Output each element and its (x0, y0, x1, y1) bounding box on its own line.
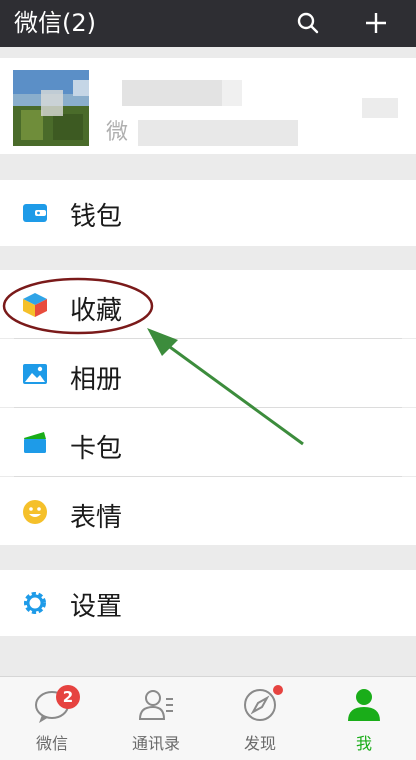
app-title: 微信(2) (14, 9, 96, 37)
profile-card[interactable]: 微 (0, 58, 416, 154)
tab-chats[interactable]: 2 微信 (0, 677, 104, 760)
wechat-id-prefix: 微 (106, 120, 129, 145)
tab-contacts[interactable]: 通讯录 (104, 677, 208, 760)
name-redacted (122, 80, 222, 106)
wallet-icon (23, 204, 47, 222)
menu-item-settings[interactable]: 设置 (0, 570, 416, 636)
tab-label-me: 我 (355, 734, 372, 753)
smiley-icon (23, 500, 47, 524)
tab-label-discover: 发现 (243, 734, 276, 753)
unread-badge: 2 (56, 685, 80, 709)
menu-item-album[interactable]: 相册 (0, 339, 416, 407)
menu-item-favorites[interactable]: 收藏 (0, 270, 416, 338)
tab-discover[interactable]: 发现 (208, 677, 312, 760)
menu-label-wallet: 钱包 (70, 202, 123, 232)
person-icon (348, 689, 380, 721)
menu-label-album: 相册 (70, 365, 123, 395)
search-icon (297, 12, 319, 34)
search-button[interactable] (290, 5, 326, 41)
top-bar: 微信(2) (0, 0, 416, 47)
tab-me[interactable]: 我 (312, 677, 416, 760)
menu-label-settings: 设置 (70, 592, 123, 622)
menu-label-favorites: 收藏 (70, 296, 123, 326)
tab-label-chats: 微信 (35, 734, 68, 753)
menu-label-cards: 卡包 (70, 434, 123, 464)
tab-label-contacts: 通讯录 (131, 734, 180, 753)
menu-item-stickers[interactable]: 表情 (0, 477, 416, 545)
menu-label-stickers: 表情 (70, 503, 123, 533)
gear-icon (24, 592, 46, 614)
cube-icon (23, 293, 47, 317)
card-icon (24, 432, 46, 453)
avatar[interactable] (13, 70, 89, 146)
plus-icon (366, 13, 386, 33)
menu-item-wallet[interactable]: 钱包 (0, 180, 416, 246)
discover-notification-dot (273, 685, 283, 695)
bottom-tab-bar: 2 微信 通讯录 发现 我 (0, 676, 416, 760)
menu-item-cards[interactable]: 卡包 (0, 408, 416, 476)
photo-icon (23, 364, 47, 384)
wechat-id-redacted (138, 120, 298, 146)
contacts-icon (138, 690, 173, 720)
add-button[interactable] (358, 5, 394, 41)
